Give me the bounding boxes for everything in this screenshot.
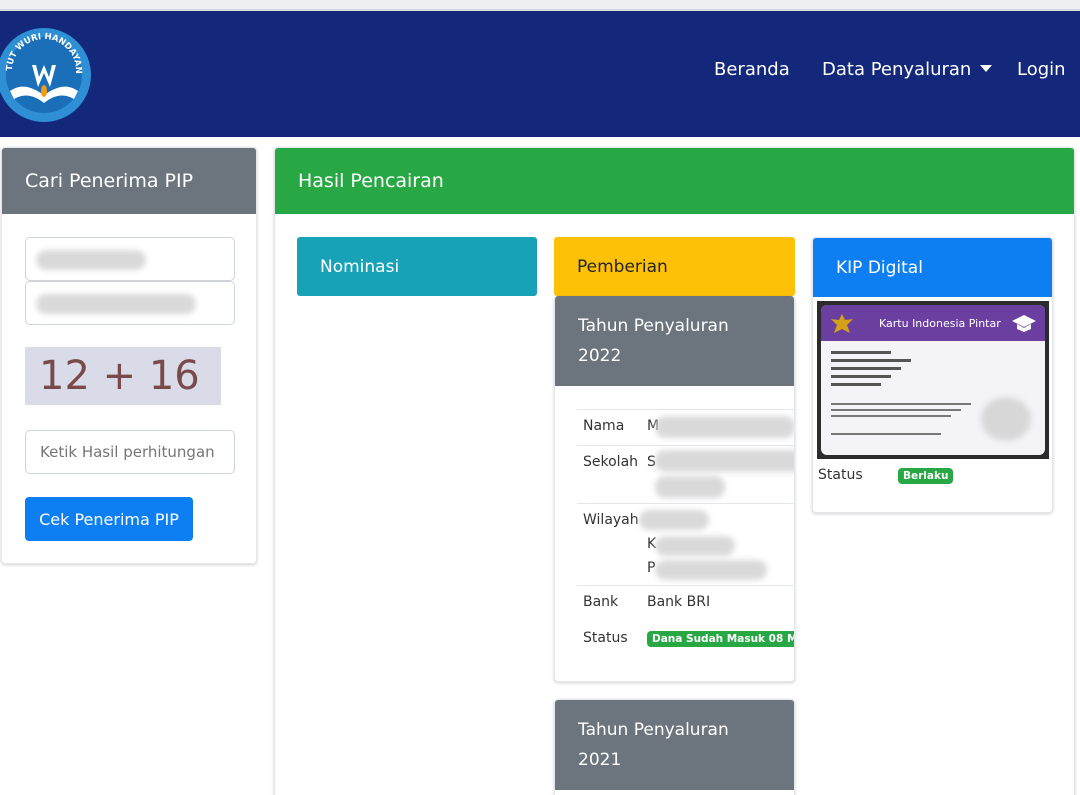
bank-label: Bank (583, 594, 619, 610)
kip-status-badge: Berlaku (898, 468, 954, 484)
captcha-answer-input[interactable] (25, 430, 235, 474)
results-card-header: Hasil Pencairan (275, 148, 1074, 214)
kip-text-line (831, 375, 891, 378)
graduation-cap-icon (1012, 315, 1036, 332)
year-2022-card: Tahun Penyaluran 2022 Nama M Sekolah S W… (554, 296, 795, 682)
pemberian-card: Pemberian (554, 237, 795, 296)
results-card-title: Hasil Pencairan (298, 170, 444, 192)
kip-digital-header: KIP Digital (813, 238, 1052, 297)
kip-status-label: Status (818, 467, 863, 483)
kip-card-title: Kartu Indonesia Pintar (879, 317, 1001, 330)
captcha-graphic: 12 + 16 (39, 353, 200, 399)
kip-text-line (831, 433, 941, 435)
cek-penerima-button[interactable]: Cek Penerima PIP (25, 497, 193, 541)
redacted-value (655, 536, 735, 556)
kip-text-line (831, 409, 961, 411)
redacted-value (639, 510, 709, 530)
row-divider (577, 445, 794, 446)
year-2021-heading: Tahun Penyaluran (578, 720, 729, 740)
year-2021-year: 2021 (578, 750, 622, 770)
kip-digital-card: KIP Digital Kartu Indonesia Pintar Statu… (812, 237, 1053, 513)
nominasi-title: Nominasi (320, 256, 400, 277)
redacted-value (655, 560, 767, 580)
kip-card-face: Kartu Indonesia Pintar (821, 305, 1045, 455)
year-2022-header: Tahun Penyaluran 2022 (555, 296, 794, 386)
kip-text-line (831, 403, 971, 405)
tut-wuri-handayani-logo[interactable]: TUT WURI HANDAYANI (0, 25, 96, 125)
wilayah-label: Wilayah (583, 512, 639, 528)
year-2022-heading: Tahun Penyaluran (578, 316, 729, 336)
navbar: TUT WURI HANDAYANI Beranda Data Penyalur… (0, 11, 1080, 137)
pemberian-title: Pemberian (577, 256, 668, 277)
nominasi-header: Nominasi (297, 237, 537, 296)
status-label: Status (583, 630, 628, 646)
nav-login[interactable]: Login (1017, 59, 1066, 80)
chevron-down-icon (980, 65, 993, 72)
status-badge: Dana Sudah Masuk 08 Mar 2022 (647, 631, 794, 647)
search-card-title: Cari Penerima PIP (25, 170, 194, 192)
results-card: Hasil Pencairan Nominasi Pemberian Tahun… (274, 147, 1075, 795)
captcha-image: 12 + 16 (25, 347, 221, 405)
nav-data-penyaluran-label: Data Penyaluran (822, 59, 972, 80)
bank-value: Bank BRI (647, 594, 711, 610)
redacted-qr-code (981, 397, 1031, 441)
browser-top-strip (0, 0, 1080, 11)
year-2021-card: Tahun Penyaluran 2021 (554, 699, 795, 795)
redacted-value (36, 250, 146, 270)
sekolah-label: Sekolah (583, 454, 639, 470)
kip-digital-title: KIP Digital (836, 257, 923, 278)
search-card: Cari Penerima PIP 12 + 16 Cek Penerima P… (1, 147, 257, 564)
captcha-text: 12 + 16 (39, 353, 200, 399)
nav-data-penyaluran[interactable]: Data Penyaluran (822, 59, 993, 80)
kip-card-image[interactable]: Kartu Indonesia Pintar (817, 301, 1049, 459)
redacted-value (655, 476, 725, 498)
nama-label: Nama (583, 418, 625, 434)
nominasi-card: Nominasi (297, 237, 537, 296)
kip-text-line (831, 415, 951, 417)
kip-text-line (831, 359, 911, 362)
year-2022-year: 2022 (578, 346, 622, 366)
kip-text-line (831, 367, 901, 370)
search-card-header: Cari Penerima PIP (2, 148, 256, 214)
redacted-value (36, 294, 196, 314)
row-divider (577, 503, 794, 504)
row-divider (577, 585, 794, 586)
redacted-value (655, 416, 794, 438)
nisn-input[interactable] (25, 237, 235, 281)
garuda-emblem-icon (831, 314, 853, 333)
year-2021-header: Tahun Penyaluran 2021 (555, 700, 794, 790)
nik-input[interactable] (25, 281, 235, 325)
kip-text-line (831, 383, 881, 386)
pemberian-header: Pemberian (554, 237, 795, 296)
row-divider (577, 409, 794, 410)
redacted-value (655, 450, 794, 472)
kip-text-line (831, 351, 891, 354)
nav-beranda[interactable]: Beranda (714, 59, 790, 80)
